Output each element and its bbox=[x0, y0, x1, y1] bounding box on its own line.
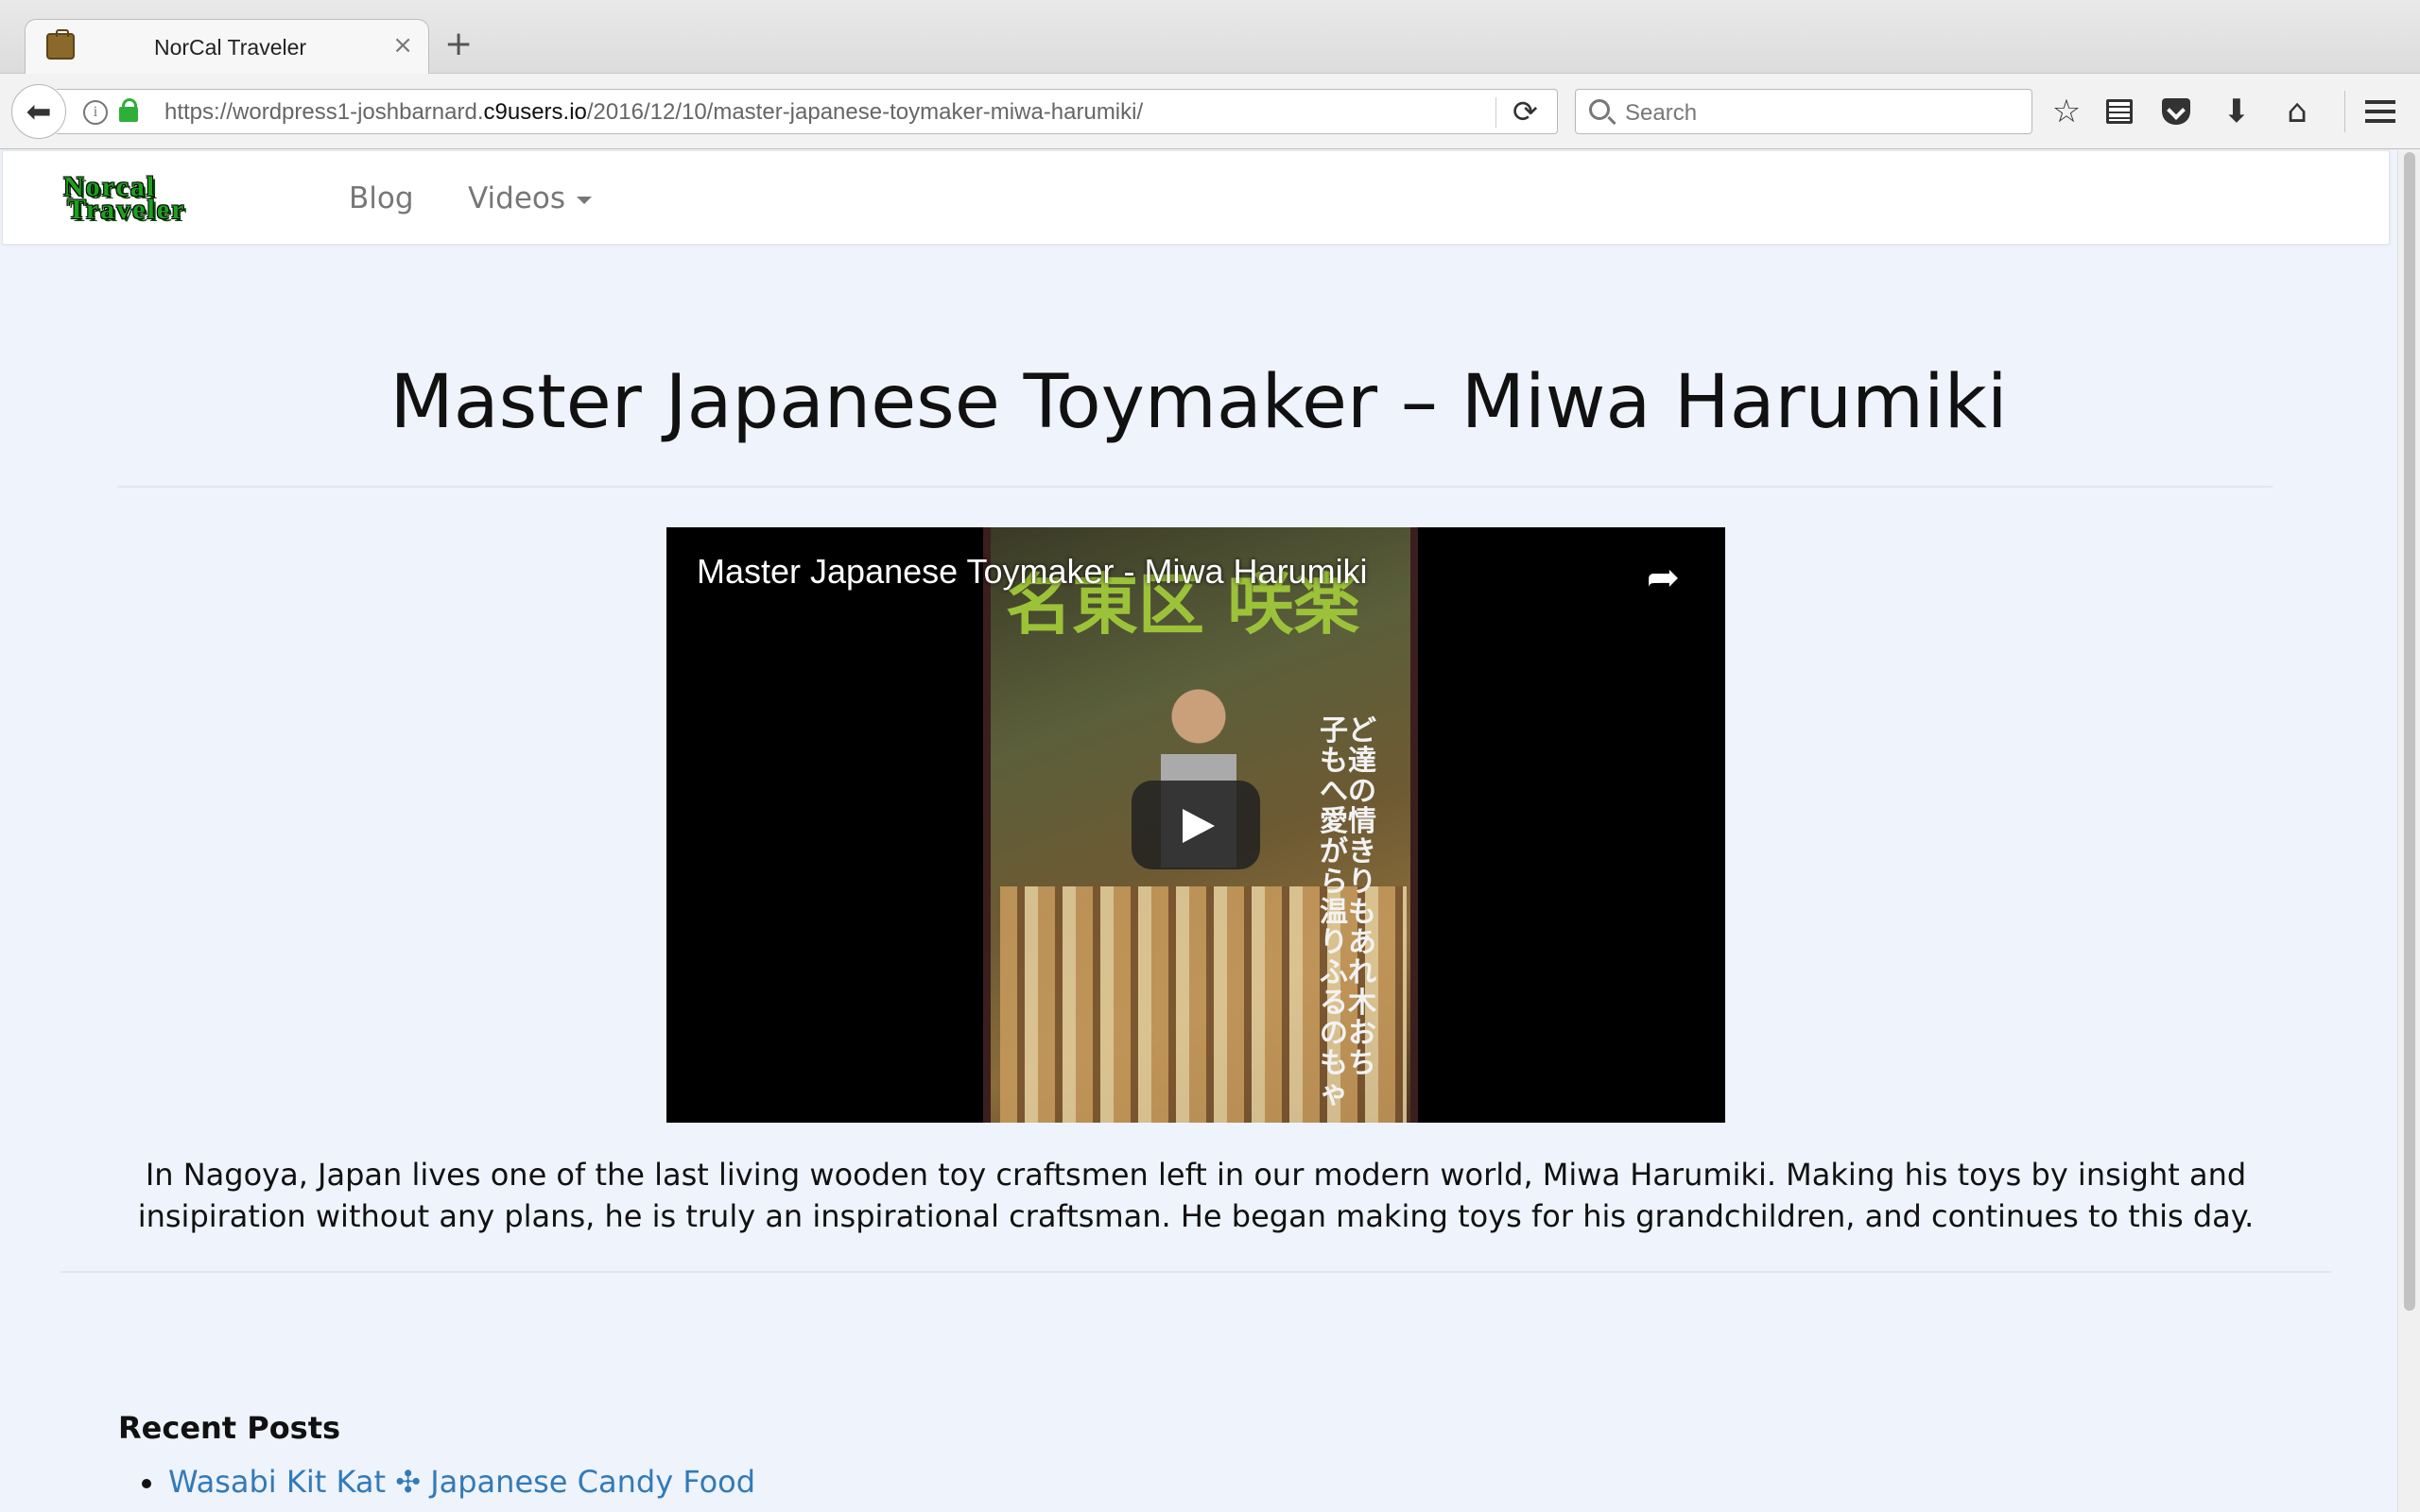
post-body: In Nagoya, Japan lives one of the last l… bbox=[137, 1157, 2255, 1234]
url-text[interactable]: https://wordpress1-joshbarnard.c9users.i… bbox=[164, 99, 1143, 126]
site-navbar: Norcal Traveler Blog Videos bbox=[2, 150, 2390, 245]
download-icon[interactable]: ⬇ bbox=[2216, 91, 2257, 132]
search-placeholder: Search bbox=[1625, 100, 1698, 126]
url-path: /2016/12/10/master-japanese-toymaker-miw… bbox=[586, 99, 1144, 125]
logo-line-2: Traveler bbox=[67, 194, 186, 225]
url-prefix: https://wordpress1-joshbarnard. bbox=[164, 99, 484, 125]
title-divider bbox=[117, 486, 2273, 488]
scrollbar-thumb[interactable] bbox=[2404, 152, 2415, 1311]
pocket-icon[interactable] bbox=[2155, 91, 2197, 132]
nav-videos-label: Videos bbox=[468, 181, 566, 215]
back-button[interactable]: ⬅ bbox=[11, 84, 66, 139]
list-item: Wasabi Kit Kat ✣ Japanese Candy Food bbox=[141, 1464, 755, 1500]
page-content: Norcal Traveler Blog Videos Master Japan… bbox=[0, 150, 2397, 1512]
menu-icon[interactable] bbox=[2360, 91, 2401, 132]
page-scrollbar[interactable] bbox=[2397, 150, 2420, 1512]
video-player[interactable]: 名東区 咲楽 子ども達への愛情がきらり温もりあふれる木のおもちゃ Master … bbox=[666, 527, 1725, 1123]
reload-icon[interactable]: ⟳ bbox=[1512, 94, 1538, 129]
toolbar-divider bbox=[2344, 91, 2345, 132]
nav-blog-link[interactable]: Blog bbox=[349, 181, 414, 215]
poster-vertical-text: 子ども達への愛情がきらり温もりあふれる木のおもちゃ bbox=[1320, 714, 1376, 1110]
menu-glyph bbox=[2365, 100, 2395, 123]
site-logo[interactable]: Norcal Traveler bbox=[63, 173, 262, 225]
pocket-glyph bbox=[2162, 98, 2190, 125]
close-tab-icon[interactable]: × bbox=[392, 31, 413, 60]
tab-title: NorCal Traveler bbox=[154, 35, 307, 60]
url-divider bbox=[1495, 97, 1496, 128]
post-title: Master Japanese Toymaker – Miwa Harumiki bbox=[389, 360, 2008, 445]
browser-tabstrip: NorCal Traveler × + bbox=[0, 0, 2420, 76]
home-icon[interactable]: ⌂ bbox=[2276, 91, 2318, 132]
url-bar[interactable]: i https://wordpress1-joshbarnard.c9users… bbox=[57, 89, 1558, 134]
bookmark-star-icon[interactable]: ☆ bbox=[2046, 91, 2087, 132]
caret-down-icon bbox=[577, 196, 593, 204]
suitcase-icon bbox=[46, 29, 75, 60]
recent-posts-list: Wasabi Kit Kat ✣ Japanese Candy Food bbox=[141, 1464, 755, 1500]
back-arrow-icon: ⬅ bbox=[26, 94, 52, 129]
bookmarks-list-icon[interactable] bbox=[2099, 91, 2140, 132]
play-button[interactable] bbox=[1132, 781, 1260, 869]
share-icon[interactable]: ➦ bbox=[1647, 554, 1680, 600]
recent-posts-heading: Recent Posts bbox=[118, 1410, 341, 1446]
search-icon bbox=[1589, 99, 1610, 120]
recent-post-link[interactable]: Wasabi Kit Kat ✣ Japanese Candy Food bbox=[168, 1464, 755, 1500]
content-divider bbox=[60, 1271, 2331, 1273]
nav-videos-dropdown[interactable]: Videos bbox=[468, 181, 593, 215]
lock-icon[interactable] bbox=[119, 98, 138, 122]
new-tab-button[interactable]: + bbox=[444, 25, 473, 63]
video-title[interactable]: Master Japanese Toymaker - Miwa Harumiki bbox=[697, 552, 1368, 592]
bookmarks-list-glyph bbox=[2106, 99, 2133, 124]
search-input[interactable]: Search bbox=[1575, 89, 2032, 134]
browser-navbar: i https://wordpress1-joshbarnard.c9users… bbox=[0, 74, 2420, 149]
info-icon[interactable]: i bbox=[83, 100, 108, 125]
browser-tab[interactable]: NorCal Traveler × bbox=[25, 19, 429, 76]
url-host: c9users.io bbox=[483, 99, 587, 125]
